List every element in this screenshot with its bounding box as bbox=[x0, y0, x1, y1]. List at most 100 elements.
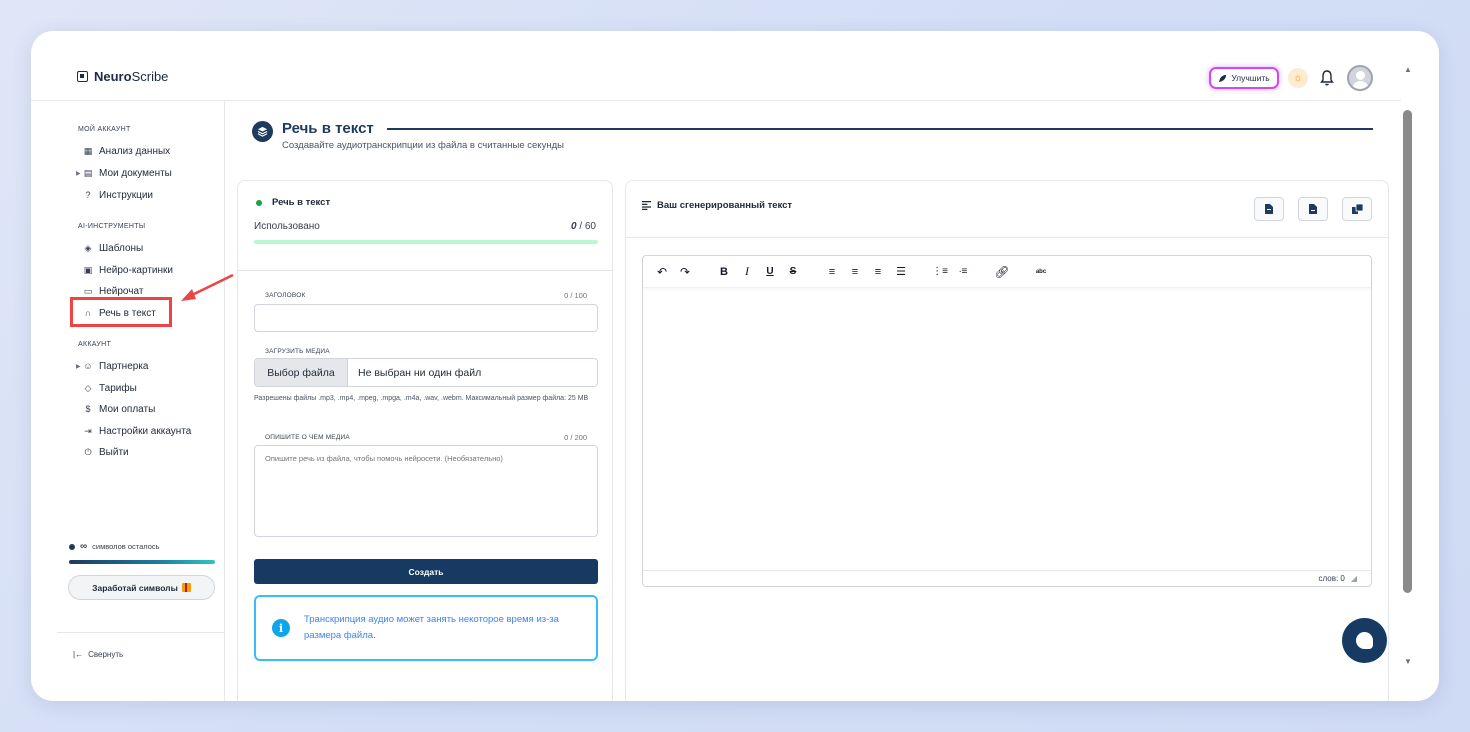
upgrade-label: Улучшить bbox=[1231, 73, 1270, 83]
theme-toggle-button[interactable]: ☼ bbox=[1288, 68, 1308, 88]
logo-icon bbox=[77, 71, 88, 82]
rich-text-editor: ↶ ↷ B I U S ≡ ≡ ≡ ☰ ⋮≡ ∙≡ 🔗︎ abc слов: 0… bbox=[642, 255, 1372, 587]
align-center-icon[interactable]: ≡ bbox=[848, 265, 862, 279]
sidebar-item-partner[interactable]: ☺ Партнерка bbox=[83, 357, 148, 375]
sidebar-item-settings[interactable]: ⇥ Настройки аккаунта bbox=[83, 422, 191, 440]
title-field-label: ЗАГОЛОВОК bbox=[265, 292, 306, 299]
title-input[interactable] bbox=[254, 304, 598, 332]
sidebar-divider bbox=[57, 632, 225, 633]
chevron-right-icon[interactable]: ▶ bbox=[76, 170, 81, 177]
image-icon: ▣ bbox=[83, 264, 93, 275]
sidebar-item-plans[interactable]: ◇ Тарифы bbox=[83, 379, 137, 397]
panel-divider bbox=[238, 270, 612, 271]
resize-handle-icon[interactable]: ◢ bbox=[1351, 574, 1357, 583]
user-avatar[interactable] bbox=[1347, 65, 1373, 91]
output-divider bbox=[626, 237, 1388, 238]
strikethrough-icon[interactable]: S bbox=[786, 265, 800, 279]
users-icon: ☺ bbox=[83, 361, 93, 371]
collapse-icon: |← bbox=[73, 650, 84, 659]
media-field-label: ЗАГРУЗИТЬ МЕДИА bbox=[265, 348, 330, 355]
upgrade-button[interactable]: Улучшить bbox=[1209, 67, 1279, 89]
logo-text: NeuroScribe bbox=[94, 69, 169, 84]
output-actions bbox=[1254, 197, 1372, 221]
underline-icon[interactable]: U bbox=[763, 265, 777, 279]
scroll-down-arrow-icon[interactable]: ▼ bbox=[1404, 657, 1412, 666]
info-alert: i Транскрипция аудио может занять некото… bbox=[254, 595, 598, 661]
stack-icon bbox=[257, 126, 268, 137]
align-left-icon[interactable]: ≡ bbox=[825, 265, 839, 279]
create-button[interactable]: Создать bbox=[254, 559, 598, 584]
power-icon: ⏻ bbox=[84, 446, 92, 457]
italic-icon[interactable]: I bbox=[740, 264, 754, 279]
transcription-form-panel: Речь в текст Использовано 0 / 60 ЗАГОЛОВ… bbox=[237, 180, 613, 701]
collapse-sidebar-button[interactable]: |← Свернуть bbox=[73, 650, 123, 659]
sidebar-item-instructions[interactable]: ? Инструкции bbox=[83, 186, 153, 204]
app-window: NeuroScribe Улучшить ☼ МОЙ АККАУНТ ▦ Ана… bbox=[31, 31, 1439, 701]
sidebar-item-documents[interactable]: ▤ Мои документы bbox=[83, 164, 172, 182]
layers-icon: ◈ bbox=[84, 242, 92, 253]
credits-dot bbox=[69, 543, 75, 550]
sidebar-item-logout[interactable]: ⏻ Выйти bbox=[83, 443, 128, 461]
export-word-button[interactable] bbox=[1254, 197, 1284, 221]
word-count: слов: 0 bbox=[1318, 574, 1345, 583]
section-title-account: АККАУНТ bbox=[78, 341, 112, 348]
description-field-label: ОПИШИТЕ О ЧЕМ МЕДИА bbox=[265, 434, 350, 441]
scroll-up-arrow-icon[interactable]: ▲ bbox=[1404, 65, 1412, 74]
usage-progress-bar bbox=[254, 240, 598, 244]
tag-icon: ◇ bbox=[84, 382, 92, 393]
rocket-icon bbox=[1219, 74, 1227, 82]
undo-icon[interactable]: ↶ bbox=[655, 265, 669, 279]
align-justify-icon[interactable]: ☰ bbox=[894, 265, 908, 279]
bell-icon[interactable] bbox=[1319, 69, 1335, 87]
highlight-annotation-box bbox=[70, 297, 172, 327]
redo-icon[interactable]: ↷ bbox=[678, 265, 692, 279]
bullet-list-icon[interactable]: ∙≡ bbox=[956, 265, 970, 279]
media-file-input[interactable]: Выбор файла Не выбран ни один файл bbox=[254, 358, 598, 387]
choose-file-button[interactable]: Выбор файла bbox=[255, 359, 348, 386]
spellcheck-icon[interactable]: abc bbox=[1034, 265, 1048, 279]
bold-icon[interactable]: B bbox=[717, 265, 731, 279]
usage-value: 0 / 60 bbox=[570, 221, 596, 232]
grid-icon: ▦ bbox=[83, 145, 93, 156]
sidebar-item-analytics[interactable]: ▦ Анализ данных bbox=[83, 142, 170, 160]
align-right-icon[interactable]: ≡ bbox=[871, 265, 885, 279]
editor-status-bar: слов: 0 ◢ bbox=[643, 570, 1371, 586]
logo[interactable]: NeuroScribe bbox=[77, 69, 168, 84]
form-panel-title: Речь в текст bbox=[256, 197, 330, 208]
sun-icon: ☼ bbox=[1292, 72, 1304, 84]
file-status-text: Не выбран ни один файл bbox=[358, 366, 482, 379]
chat-bubble-icon: ▭ bbox=[83, 285, 93, 296]
sidebar-item-payments[interactable]: $ Мои оплаты bbox=[83, 400, 155, 418]
copy-text-button[interactable] bbox=[1342, 197, 1372, 221]
section-title-my-account: МОЙ АККАУНТ bbox=[78, 126, 131, 133]
status-dot bbox=[256, 199, 262, 206]
dollar-icon: $ bbox=[85, 404, 91, 414]
sidebar-item-images[interactable]: ▣ Нейро-картинки bbox=[83, 261, 173, 279]
export-pdf-button[interactable] bbox=[1298, 197, 1328, 221]
page-heading-icon bbox=[252, 121, 273, 142]
credits-widget: ∞ символов осталось bbox=[69, 541, 215, 564]
sign-out-icon: ⇥ bbox=[84, 425, 92, 436]
copy-icon bbox=[1351, 204, 1363, 214]
chevron-right-icon[interactable]: ▶ bbox=[76, 363, 81, 370]
editor-toolbar: ↶ ↷ B I U S ≡ ≡ ≡ ☰ ⋮≡ ∙≡ 🔗︎ abc bbox=[643, 256, 1371, 288]
word-file-icon bbox=[1265, 204, 1273, 214]
document-icon: ▤ bbox=[83, 167, 93, 178]
pdf-file-icon bbox=[1309, 204, 1317, 214]
editor-content-area[interactable] bbox=[643, 289, 1371, 571]
link-icon[interactable]: 🔗︎ bbox=[994, 265, 1009, 279]
align-left-icon bbox=[642, 201, 651, 210]
description-char-count: 0 / 200 bbox=[564, 433, 587, 442]
earn-credits-button[interactable]: Заработай символы bbox=[68, 575, 215, 600]
help-circle-icon: ? bbox=[85, 190, 91, 200]
scrollbar-thumb[interactable] bbox=[1403, 110, 1412, 593]
output-panel: Ваш сгенерированный текст ↶ ↷ B I U S ≡ … bbox=[625, 180, 1389, 701]
description-textarea[interactable] bbox=[254, 445, 598, 537]
page-title: Речь в текст bbox=[282, 120, 374, 137]
credits-text: символов осталось bbox=[92, 542, 160, 551]
support-chat-button[interactable] bbox=[1342, 618, 1387, 663]
sidebar-item-templates[interactable]: ◈ Шаблоны bbox=[83, 239, 144, 257]
ordered-list-icon[interactable]: ⋮≡ bbox=[932, 265, 948, 279]
page-title-rule bbox=[387, 128, 1373, 130]
credits-progress-bar bbox=[69, 560, 215, 564]
